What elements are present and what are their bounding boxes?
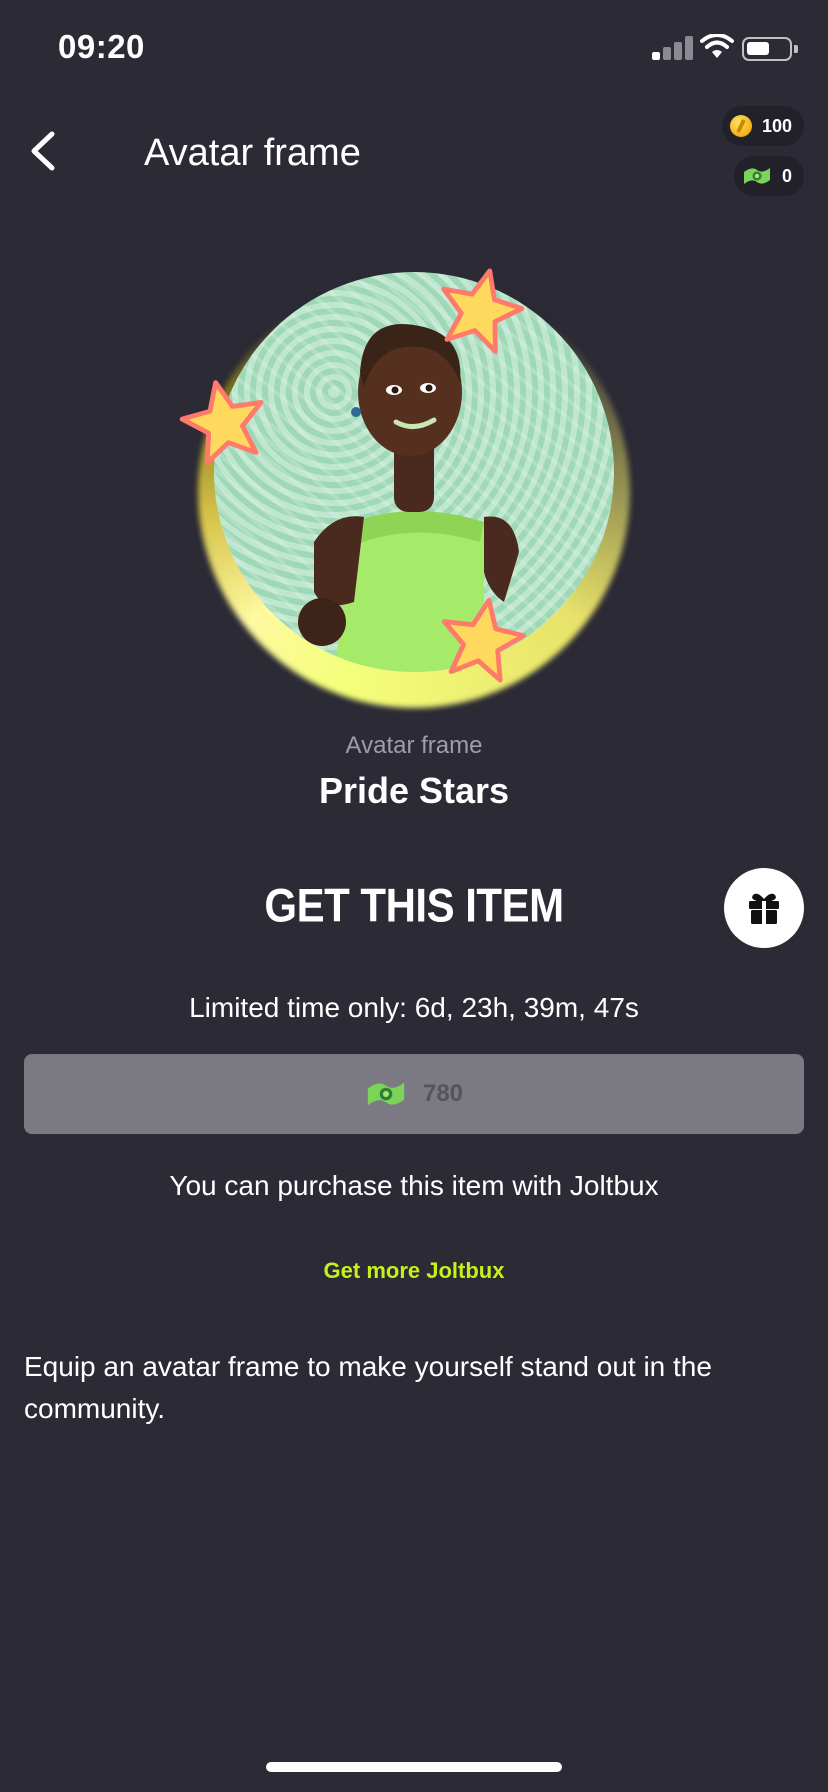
wifi-icon — [700, 33, 734, 60]
star-icon — [179, 380, 264, 466]
purchase-note: You can purchase this item with Joltbux — [169, 1170, 659, 1201]
cellular-signal-icon — [652, 36, 693, 60]
gift-icon — [749, 893, 779, 924]
back-button[interactable] — [26, 128, 62, 174]
joltbux-balance-value: 0 — [781, 165, 792, 186]
joltbux-icon — [367, 1082, 405, 1106]
item-description: Equip an avatar frame to make yourself s… — [24, 1351, 712, 1424]
chevron-left-icon — [31, 131, 55, 171]
avatar-character — [298, 324, 519, 672]
limited-time-countdown: Limited time only: 6d, 23h, 39m, 47s — [189, 992, 639, 1023]
coin-icon — [729, 115, 752, 137]
item-category: Avatar frame — [345, 732, 483, 759]
buy-button[interactable]: 780 — [24, 1054, 804, 1134]
get-more-joltbux-link[interactable]: Get more Joltbux — [0, 1258, 828, 1284]
coin-balance-value: 100 — [761, 115, 792, 136]
gift-button[interactable] — [724, 868, 804, 948]
get-item-heading: GET THIS ITEM — [264, 879, 564, 932]
avatar-frame-preview — [179, 262, 644, 722]
battery-icon — [742, 37, 798, 61]
star-icon — [441, 597, 527, 683]
avatar-image — [214, 272, 614, 672]
status-time: 09:20 — [58, 28, 145, 65]
price-value: 780 — [422, 1080, 464, 1107]
joltbux-icon — [743, 168, 770, 184]
coin-balance[interactable]: 100 — [721, 106, 804, 146]
page-title: Avatar frame — [144, 132, 361, 174]
joltbux-balance[interactable]: 0 — [733, 156, 804, 196]
item-name: Pride Stars — [318, 770, 510, 811]
home-indicator[interactable] — [266, 1762, 562, 1772]
